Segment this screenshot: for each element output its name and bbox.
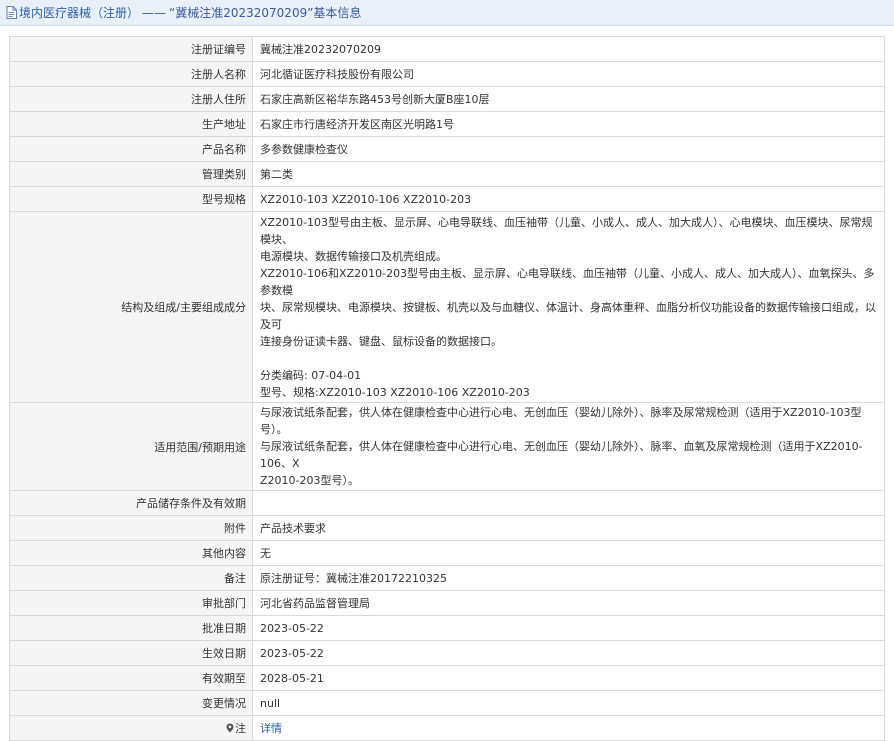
change-value: null: [252, 690, 885, 716]
model-spec-value: XZ2010-103 XZ2010-106 XZ2010-203: [252, 186, 885, 212]
field-label: 结构及组成/主要组成成分: [9, 211, 253, 403]
field-label: 审批部门: [9, 590, 253, 616]
note-label: 注: [9, 715, 253, 741]
table-row: 产品储存条件及有效期: [9, 490, 885, 516]
approval-dept-value: 河北省药品监督管理局: [252, 590, 885, 616]
breadcrumb-separator: ——: [142, 5, 167, 20]
detail-table: 注册证编号 冀械注准20232070209 注册人名称 河北循证医疗科技股份有限…: [9, 36, 885, 741]
mgmt-category-value: 第二类: [252, 161, 885, 187]
table-row: 注册证编号 冀械注准20232070209: [9, 36, 885, 62]
field-label: 产品名称: [9, 136, 253, 162]
structure-line: 连接身份证读卡器、键盘、鼠标设备的数据接口。: [260, 335, 502, 348]
field-label: 管理类别: [9, 161, 253, 187]
remark-value: 原注册证号：冀械注准20172210325: [252, 565, 885, 591]
table-row: 型号规格 XZ2010-103 XZ2010-106 XZ2010-203: [9, 186, 885, 212]
intended-use-line: Z2010-203型号）。: [260, 474, 359, 487]
table-row: 审批部门 河北省药品监督管理局: [9, 590, 885, 616]
field-label: 生产地址: [9, 111, 253, 137]
document-icon: [6, 6, 17, 19]
intended-use-line: 与尿液试纸条配套，供人体在健康检查中心进行心电、无创血压（婴幼儿除外）、脉率、血…: [260, 440, 863, 470]
table-row: 其他内容 无: [9, 540, 885, 566]
field-label: 有效期至: [9, 665, 253, 691]
field-label: 适用范围/预期用途: [9, 402, 253, 491]
table-row: 产品名称 多参数健康检查仪: [9, 136, 885, 162]
table-row: 生产地址 石家庄市行唐经济开发区南区光明路1号: [9, 111, 885, 137]
intended-use-value: 与尿液试纸条配套，供人体在健康检查中心进行心电、无创血压（婴幼儿除外）、脉率及尿…: [252, 402, 885, 491]
valid-until-value: 2028-05-21: [252, 665, 885, 691]
details-link[interactable]: 详情: [260, 722, 282, 735]
table-row: 注册人名称 河北循证医疗科技股份有限公司: [9, 61, 885, 87]
table-row: 管理类别 第二类: [9, 161, 885, 187]
table-row: 变更情况 null: [9, 690, 885, 716]
table-row: 有效期至 2028-05-21: [9, 665, 885, 691]
field-label: 变更情况: [9, 690, 253, 716]
registrant-value: 河北循证医疗科技股份有限公司: [252, 61, 885, 87]
table-row: 结构及组成/主要组成成分 XZ2010-103型号由主板、显示屏、心电导联线、血…: [9, 211, 885, 403]
field-label: 注册证编号: [9, 36, 253, 62]
table-row: 适用范围/预期用途 与尿液试纸条配套，供人体在健康检查中心进行心电、无创血压（婴…: [9, 402, 885, 491]
registrant-address-value: 石家庄高新区裕华东路453号创新大厦B座10层: [252, 86, 885, 112]
structure-line: XZ2010-103型号由主板、显示屏、心电导联线、血压袖带（儿童、小成人、成人…: [260, 216, 873, 246]
structure-value: XZ2010-103型号由主板、显示屏、心电导联线、血压袖带（儿童、小成人、成人…: [252, 211, 885, 403]
field-label: 注: [235, 722, 246, 735]
field-label: 附件: [9, 515, 253, 541]
approval-date-value: 2023-05-22: [252, 615, 885, 641]
attachment-value: 产品技术要求: [252, 515, 885, 541]
breadcrumb-section-link[interactable]: 境内医疗器械（注册）: [19, 4, 139, 21]
detail-table-container: 注册证编号 冀械注准20232070209 注册人名称 河北循证医疗科技股份有限…: [9, 36, 885, 741]
storage-value: [252, 490, 885, 516]
field-label: 型号规格: [9, 186, 253, 212]
table-row: 附件 产品技术要求: [9, 515, 885, 541]
field-label: 注册人名称: [9, 61, 253, 87]
table-row: 批准日期 2023-05-22: [9, 615, 885, 641]
effective-date-value: 2023-05-22: [252, 640, 885, 666]
field-label: 生效日期: [9, 640, 253, 666]
field-label: 批准日期: [9, 615, 253, 641]
reg-no-value: 冀械注准20232070209: [252, 36, 885, 62]
field-label: 其他内容: [9, 540, 253, 566]
field-label: 注册人住所: [9, 86, 253, 112]
other-value: 无: [252, 540, 885, 566]
table-row: 备注 原注册证号：冀械注准20172210325: [9, 565, 885, 591]
intended-use-line: 与尿液试纸条配套，供人体在健康检查中心进行心电、无创血压（婴幼儿除外）、脉率及尿…: [260, 406, 862, 436]
field-label: 备注: [9, 565, 253, 591]
pin-icon: [226, 723, 234, 733]
structure-line: XZ2010-106和XZ2010-203型号由主板、显示屏、心电导联线、血压袖…: [260, 267, 875, 297]
table-row: 注 详情: [9, 715, 885, 741]
structure-line: 块、尿常规模块、电源模块、按键板、机壳以及与血糖仪、体温计、身高体重秤、血脂分析…: [260, 301, 876, 331]
table-row: 注册人住所 石家庄高新区裕华东路453号创新大厦B座10层: [9, 86, 885, 112]
field-label: 产品储存条件及有效期: [9, 490, 253, 516]
production-address-value: 石家庄市行唐经济开发区南区光明路1号: [252, 111, 885, 137]
structure-line: 分类编码: 07-04-01: [260, 369, 362, 382]
structure-line: 电源模块、数据传输接口及机壳组成。: [260, 250, 447, 263]
product-name-value: 多参数健康检查仪: [252, 136, 885, 162]
page-title: “冀械注准20232070209”基本信息: [169, 6, 362, 20]
table-row: 生效日期 2023-05-22: [9, 640, 885, 666]
structure-line: 型号、规格:XZ2010-103 XZ2010-106 XZ2010-203: [260, 386, 530, 399]
note-value: 详情: [252, 715, 885, 741]
page-header: 境内医疗器械（注册） —— “冀械注准20232070209”基本信息: [0, 0, 894, 26]
